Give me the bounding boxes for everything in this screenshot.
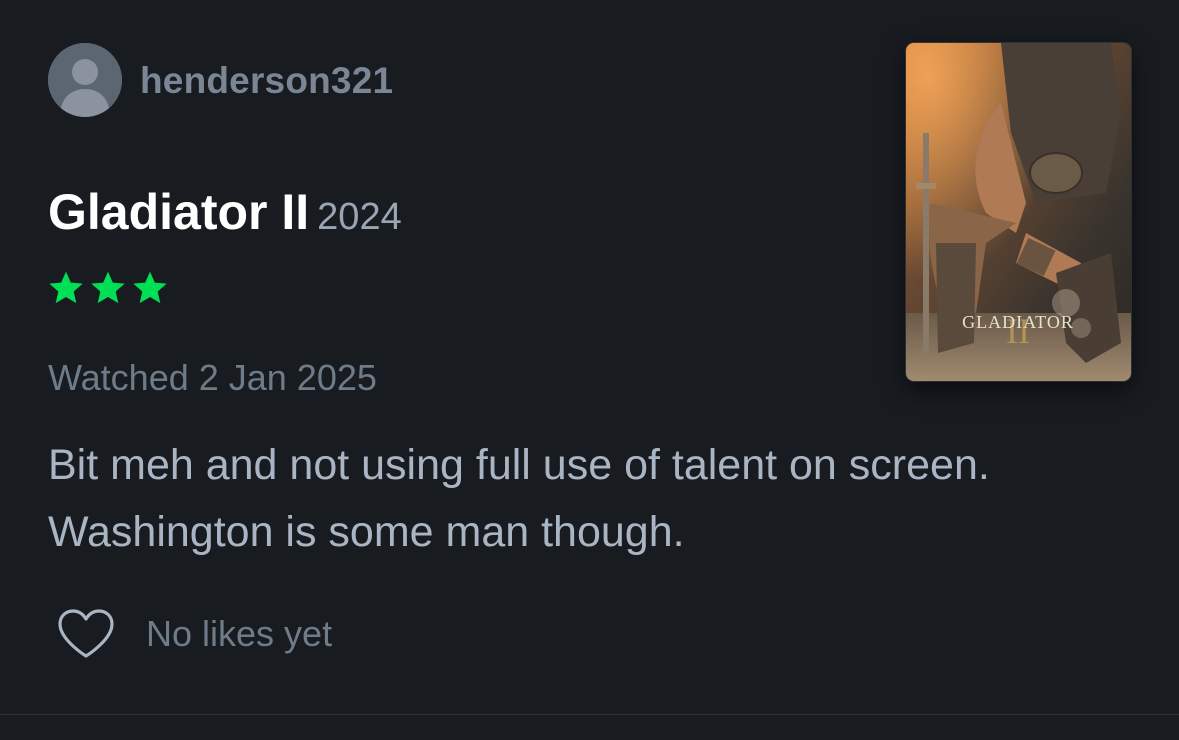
- star-rating: [46, 268, 170, 310]
- likes-row: No likes yet: [56, 608, 332, 660]
- poster-title: GLADIATOR: [962, 312, 1074, 332]
- review-body: Bit meh and not using full use of talent…: [48, 441, 990, 556]
- film-poster[interactable]: II GLADIATOR: [906, 43, 1131, 381]
- star-icon: [88, 268, 128, 310]
- likes-count-label: No likes yet: [146, 613, 333, 654]
- heart-icon[interactable]: [56, 608, 116, 660]
- user-avatar[interactable]: [48, 43, 122, 117]
- film-heading: Gladiator II 2024: [48, 182, 402, 247]
- film-title[interactable]: Gladiator II: [48, 184, 309, 240]
- username[interactable]: henderson321: [140, 58, 393, 104]
- review-card: henderson321 Gladiator II 2024 Watched 2 …: [0, 0, 1179, 740]
- default-avatar-icon: [48, 43, 122, 117]
- star-icon: [46, 268, 86, 310]
- film-year[interactable]: 2024: [317, 196, 402, 238]
- divider: [0, 714, 1179, 715]
- watched-date: Watched 2 Jan 2025: [48, 357, 377, 398]
- star-icon: [130, 268, 170, 310]
